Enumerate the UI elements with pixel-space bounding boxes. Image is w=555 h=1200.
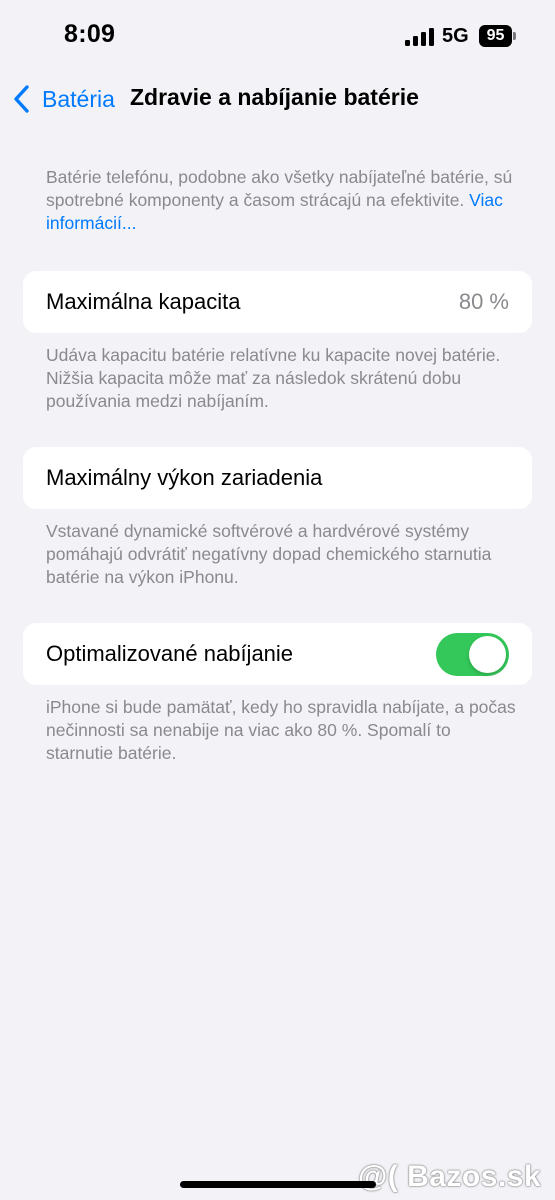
- peak-performance-label: Maximálny výkon zariadenia: [46, 465, 323, 490]
- battery-icon: 95: [479, 25, 517, 47]
- status-time: 8:09: [64, 20, 116, 48]
- peak-performance-row: Maximálny výkon zariadenia: [23, 447, 532, 509]
- toggle-knob: [469, 636, 506, 673]
- back-label: Batéria: [42, 85, 115, 112]
- home-indicator: [180, 1181, 376, 1188]
- optimized-charging-toggle[interactable]: [436, 633, 509, 676]
- max-capacity-row: Maximálna kapacita 80 %: [23, 271, 532, 333]
- status-bar: 8:09 5G 95: [0, 0, 555, 70]
- max-capacity-value: 80 %: [458, 289, 509, 314]
- cellular-signal-icon: [405, 28, 434, 46]
- network-type-label: 5G: [442, 25, 469, 47]
- chevron-left-icon: [14, 85, 29, 113]
- optimized-charging-caption: iPhone si bude pamätať, kedy ho spravidl…: [46, 697, 516, 763]
- intro-caption: Batérie telefónu, podobne ako všetky nab…: [46, 166, 516, 235]
- optimized-charging-row: Optimalizované nabíjanie: [23, 623, 532, 685]
- watermark: @( Bazos.sk: [358, 1160, 542, 1193]
- intro-text: Batérie telefónu, podobne ako všetky nab…: [46, 167, 513, 210]
- battery-level: 95: [486, 27, 505, 44]
- back-button[interactable]: Batéria: [12, 82, 115, 116]
- peak-performance-caption: Vstavané dynamické softvérové a hardvéro…: [46, 521, 492, 587]
- page-title: Zdravie a nabíjanie batérie: [130, 84, 419, 110]
- battery-tip: [513, 32, 516, 40]
- max-capacity-label: Maximálna kapacita: [46, 289, 241, 314]
- max-capacity-caption: Udáva kapacitu batérie relatívne ku kapa…: [46, 345, 501, 411]
- optimized-charging-label: Optimalizované nabíjanie: [46, 641, 294, 666]
